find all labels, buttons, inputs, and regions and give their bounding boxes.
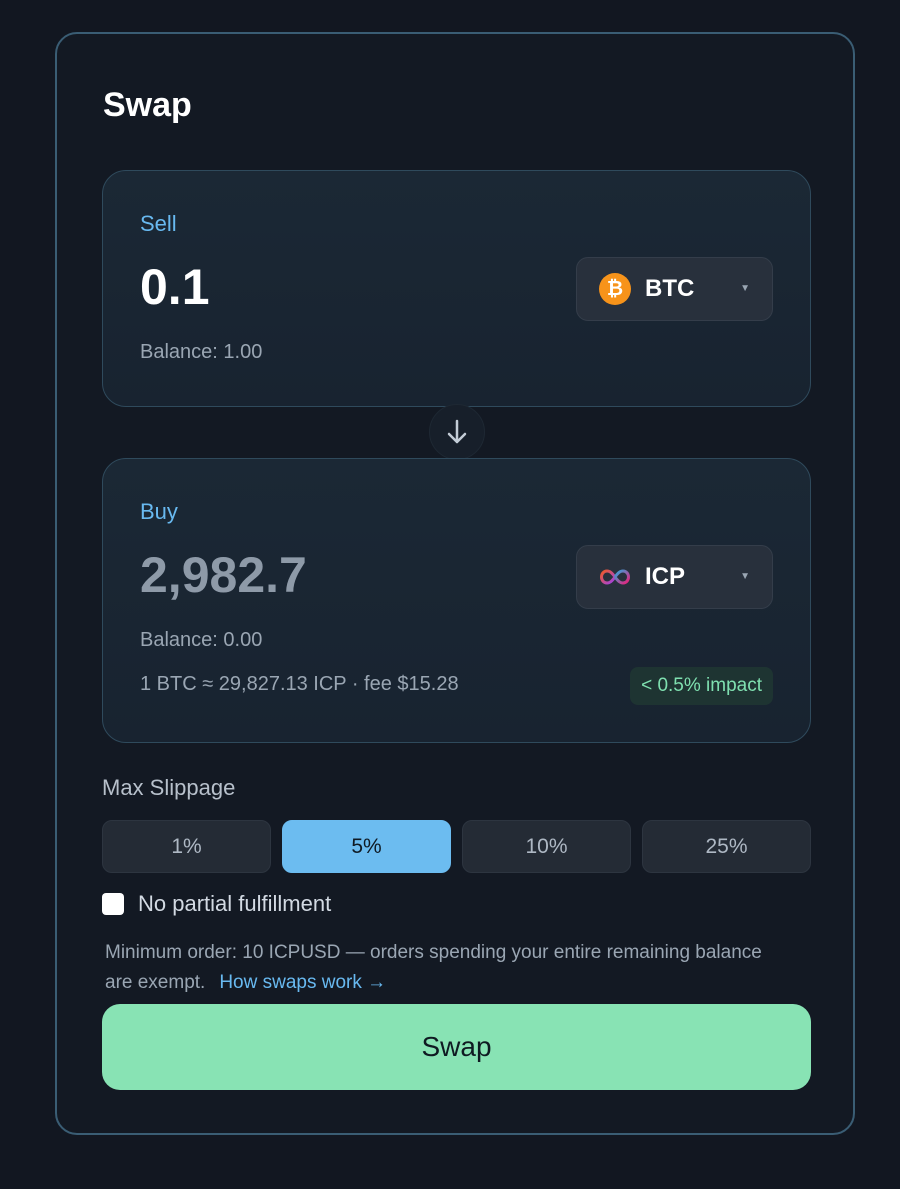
buy-token-select[interactable]: ICP ▼: [576, 545, 773, 609]
sell-amount-input[interactable]: 0.1: [140, 258, 210, 316]
buy-panel: Buy 2,982.7 Balance: 0.00 ICP ▼ 1 BTC ≈ …: [102, 458, 811, 743]
buy-amount: 2,982.7: [140, 547, 307, 603]
partial-fulfillment-label: No partial fulfillment: [138, 891, 332, 916]
minimum-order-text: Minimum order: 10 ICPUSD — orders spendi…: [105, 942, 762, 993]
swap-direction-button[interactable]: [429, 404, 485, 460]
slippage-option-1[interactable]: 1%: [102, 820, 271, 873]
slippage-option-25[interactable]: 25%: [642, 820, 811, 873]
swap-card: Swap Sell 0.1 Balance: 1.00 ₿ BTC ▼ Buy …: [55, 32, 855, 1135]
internet-computer-icon: [599, 561, 631, 593]
how-swaps-work-link[interactable]: How swaps work →: [219, 972, 386, 993]
swap-button[interactable]: Swap: [102, 1004, 811, 1090]
page-title: Swap: [103, 86, 192, 124]
sell-label: Sell: [140, 211, 177, 236]
buy-balance: Balance: 0.00: [140, 629, 263, 651]
arrow-down-icon: [447, 419, 467, 444]
sell-balance: Balance: 1.00: [140, 341, 263, 363]
exchange-rate: 1 BTC ≈ 29,827.13 ICP · fee $15.28: [140, 673, 459, 695]
partial-fulfillment-row: No partial fulfillment: [102, 891, 331, 917]
slippage-option-5[interactable]: 5%: [282, 820, 451, 873]
sell-token-name: BTC: [645, 275, 695, 302]
sell-panel: Sell 0.1 Balance: 1.00 ₿ BTC ▼: [102, 170, 811, 407]
buy-token-name: ICP: [645, 563, 686, 590]
sell-token-select[interactable]: ₿ BTC ▼: [576, 257, 773, 321]
slippage-option-10[interactable]: 10%: [462, 820, 631, 873]
partial-fulfillment-checkbox[interactable]: [102, 893, 124, 915]
bitcoin-icon: ₿: [599, 273, 631, 305]
price-impact-badge: < 0.5% impact: [630, 667, 773, 705]
slippage-options: 1% 5% 10% 25%: [102, 820, 811, 873]
chevron-down-icon: ▼: [740, 283, 750, 294]
minimum-order-note: Minimum order: 10 ICPUSD — orders spendi…: [105, 938, 785, 998]
chevron-down-icon: ▼: [740, 571, 750, 582]
buy-label: Buy: [140, 499, 178, 524]
slippage-label: Max Slippage: [102, 775, 236, 800]
